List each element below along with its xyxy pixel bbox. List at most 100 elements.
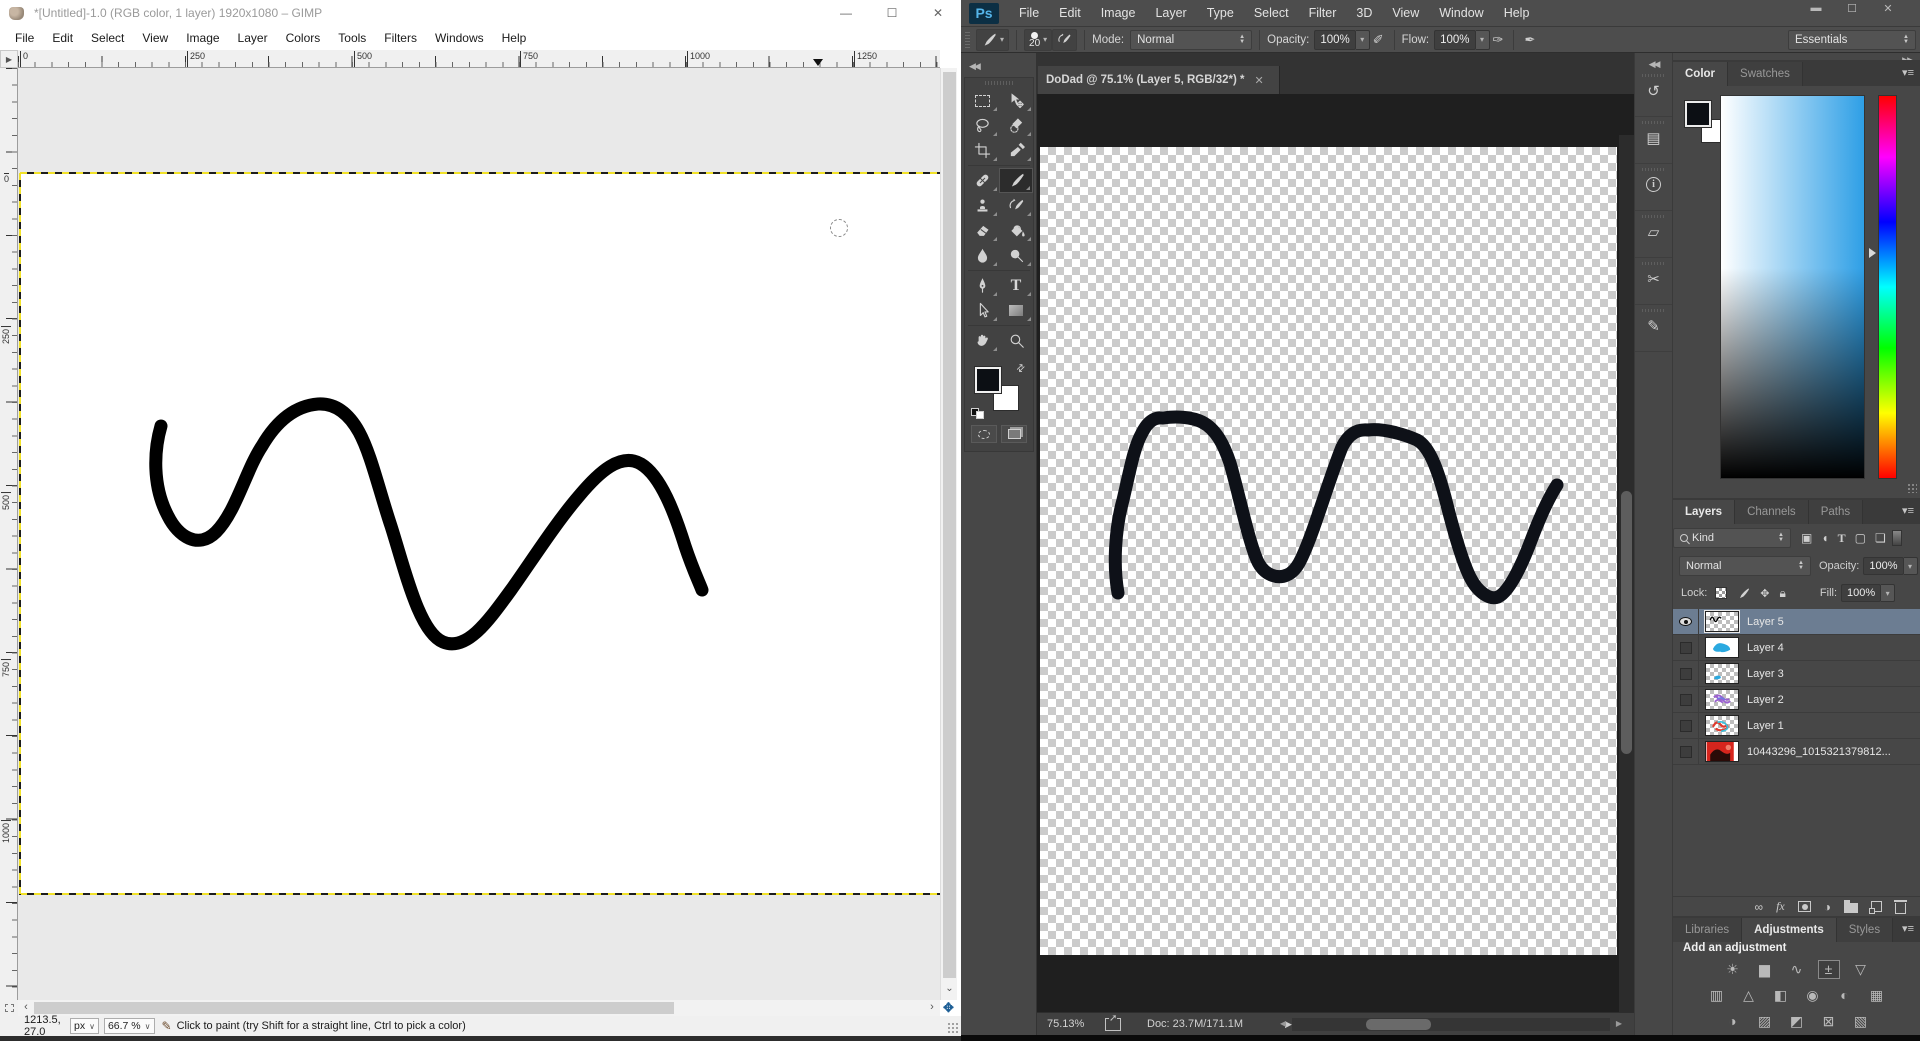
ps-menu-file[interactable]: File bbox=[1009, 2, 1049, 24]
gradient-map-icon[interactable]: ▧ bbox=[1851, 1013, 1871, 1030]
tool-lasso[interactable] bbox=[965, 113, 999, 138]
visibility-toggle[interactable] bbox=[1673, 634, 1699, 661]
brightness-contrast-icon[interactable]: ☀ bbox=[1723, 961, 1743, 978]
filter-smart-objects-icon[interactable]: ❏ bbox=[1875, 531, 1886, 545]
resize-grip[interactable] bbox=[947, 1022, 959, 1034]
layer-thumbnail[interactable] bbox=[1705, 715, 1739, 736]
tool-rectangular-marquee[interactable] bbox=[965, 88, 999, 113]
color-foreground-swatch[interactable] bbox=[1684, 100, 1712, 128]
ps-menu-filter[interactable]: Filter bbox=[1299, 2, 1347, 24]
ps-menu-3d[interactable]: 3D bbox=[1346, 2, 1382, 24]
zoom-level-field[interactable]: 75.13% bbox=[1047, 1018, 1099, 1030]
channel-mixer-icon[interactable]: ◐ bbox=[1835, 987, 1855, 1004]
scroll-right-arrow[interactable]: ▶ bbox=[1616, 1019, 1622, 1028]
lock-transparency-icon[interactable] bbox=[1715, 587, 1728, 599]
flow-dropdown-arrow[interactable]: ▾ bbox=[1475, 29, 1490, 50]
zoom-dropdown[interactable]: 66.7 % ∨ bbox=[103, 1018, 155, 1034]
tool-eraser[interactable] bbox=[965, 218, 999, 243]
posterize-icon[interactable]: ▨ bbox=[1755, 1013, 1775, 1030]
tab-layers[interactable]: Layers bbox=[1673, 500, 1736, 524]
swap-colors-icon[interactable]: ⇄ bbox=[1014, 362, 1028, 376]
navigation-button[interactable]: ✥ bbox=[940, 1000, 957, 1016]
ps-close-button[interactable]: ✕ bbox=[1878, 2, 1898, 15]
tab-libraries[interactable]: Libraries bbox=[1673, 918, 1743, 942]
tool-paint-bucket[interactable] bbox=[999, 218, 1033, 243]
color-balance-icon[interactable]: △ bbox=[1739, 987, 1759, 1004]
invert-icon[interactable]: ◑ bbox=[1723, 1013, 1743, 1030]
pressure-opacity-icon[interactable]: ✐ bbox=[1373, 32, 1384, 48]
gimp-canvas-viewport[interactable] bbox=[18, 68, 940, 1000]
filter-type-layers-icon[interactable]: T bbox=[1838, 531, 1846, 546]
tool-rectangle-shape[interactable] bbox=[999, 298, 1033, 323]
filter-shape-layers-icon[interactable]: ▢ bbox=[1855, 531, 1866, 545]
scroll-left-arrow[interactable]: ◀ bbox=[1280, 1019, 1286, 1028]
layer-thumbnail[interactable] bbox=[1705, 637, 1739, 658]
ps-menu-layer[interactable]: Layer bbox=[1145, 2, 1196, 24]
layer-thumbnail[interactable] bbox=[1705, 663, 1739, 684]
tool-path-selection[interactable] bbox=[965, 298, 999, 323]
gimp-horizontal-ruler[interactable]: 0 250 500 750 1000 1250 bbox=[18, 50, 940, 68]
flow-value[interactable]: 100% bbox=[1434, 29, 1476, 50]
photo-filter-icon[interactable]: ◉ bbox=[1803, 987, 1823, 1004]
saturation-brightness-field[interactable] bbox=[1720, 95, 1865, 479]
options-grip[interactable] bbox=[965, 31, 970, 48]
exposure-icon[interactable]: ± bbox=[1817, 960, 1840, 979]
layer-opacity-value[interactable]: 100% bbox=[1863, 557, 1904, 575]
panel-icon-info[interactable]: i bbox=[1635, 164, 1672, 211]
brush-size-picker[interactable]: 20 ▾ bbox=[1024, 28, 1053, 51]
opacity-value[interactable]: 100% bbox=[1314, 29, 1356, 50]
layer-fill-arrow[interactable]: ▾ bbox=[1881, 584, 1896, 602]
panel-icon-navigator[interactable]: ▱ bbox=[1635, 211, 1672, 258]
gimp-menu-layer[interactable]: Layer bbox=[229, 28, 277, 48]
layer-thumbnail[interactable] bbox=[1705, 741, 1739, 762]
gimp-close-button[interactable]: ✕ bbox=[915, 0, 961, 26]
ps-menu-type[interactable]: Type bbox=[1197, 2, 1244, 24]
ps-menu-image[interactable]: Image bbox=[1091, 2, 1146, 24]
selective-color-icon[interactable]: ⊠ bbox=[1819, 1013, 1839, 1030]
tab-channels[interactable]: Channels bbox=[1735, 500, 1809, 524]
gimp-menu-view[interactable]: View bbox=[133, 28, 177, 48]
filter-toggle-switch[interactable] bbox=[1891, 530, 1902, 546]
share-icon[interactable] bbox=[1105, 1012, 1121, 1031]
tool-spot-healing-brush[interactable] bbox=[965, 168, 999, 193]
gimp-menu-filters[interactable]: Filters bbox=[375, 28, 426, 48]
tab-styles[interactable]: Styles bbox=[1836, 918, 1894, 942]
toolbox-grip[interactable] bbox=[965, 78, 1033, 88]
tool-preset-picker[interactable]: ▾ bbox=[976, 28, 1010, 51]
scrollbar-thumb[interactable] bbox=[1366, 1019, 1431, 1030]
gimp-menu-edit[interactable]: Edit bbox=[43, 28, 82, 48]
ps-canvas-viewport[interactable]: ▼ bbox=[1037, 94, 1634, 1012]
tool-move[interactable] bbox=[999, 88, 1033, 113]
ps-image-canvas[interactable] bbox=[1040, 147, 1617, 955]
gimp-vertical-scrollbar[interactable]: ⌄ bbox=[940, 68, 957, 1000]
tool-dodge[interactable] bbox=[999, 243, 1033, 268]
visibility-toggle[interactable] bbox=[1673, 660, 1699, 687]
layer-row-3[interactable]: Layer 3 bbox=[1673, 660, 1920, 687]
tool-pen[interactable] bbox=[965, 273, 999, 298]
tool-hand[interactable] bbox=[965, 328, 999, 353]
color-panel-menu-icon[interactable]: ▾≡ bbox=[1902, 66, 1914, 79]
scroll-down-arrow[interactable]: ⌄ bbox=[941, 980, 958, 998]
layer-name[interactable]: Layer 5 bbox=[1747, 616, 1784, 628]
blend-mode-select[interactable]: Normal ▲ ▼ bbox=[1130, 29, 1253, 50]
layer-opacity-arrow[interactable]: ▾ bbox=[1903, 557, 1918, 575]
ps-menu-view[interactable]: View bbox=[1382, 2, 1429, 24]
gimp-maximize-button[interactable]: ☐ bbox=[869, 0, 915, 26]
scrollbar-thumb[interactable] bbox=[1621, 491, 1632, 754]
threshold-icon[interactable]: ◩ bbox=[1787, 1013, 1807, 1030]
panel-icon-properties[interactable]: ▤ bbox=[1635, 117, 1672, 164]
panel-icon-tool-presets[interactable]: ✂ bbox=[1635, 258, 1672, 305]
ps-vertical-scrollbar[interactable]: ▼ bbox=[1619, 135, 1634, 1012]
dock-collapse-arrows[interactable]: ◀◀ bbox=[1635, 53, 1672, 70]
tool-crop[interactable] bbox=[965, 138, 999, 163]
tab-color[interactable]: Color bbox=[1673, 62, 1729, 86]
gimp-vertical-ruler[interactable]: 0 250 500 750 1000 bbox=[0, 68, 18, 1000]
ps-horizontal-scrollbar[interactable]: ◀ ▶ bbox=[1280, 1018, 1622, 1031]
foreground-color-swatch[interactable] bbox=[974, 366, 1002, 394]
ps-minimize-button[interactable]: ▬ bbox=[1806, 2, 1826, 15]
quick-mask-mode-button[interactable] bbox=[971, 425, 997, 443]
toggle-brush-panel-button[interactable] bbox=[1052, 28, 1078, 51]
panel-icon-brush-settings[interactable]: ✎ bbox=[1635, 305, 1672, 352]
gimp-menu-select[interactable]: Select bbox=[82, 28, 133, 48]
filter-pixel-layers-icon[interactable]: ▣ bbox=[1801, 531, 1812, 545]
